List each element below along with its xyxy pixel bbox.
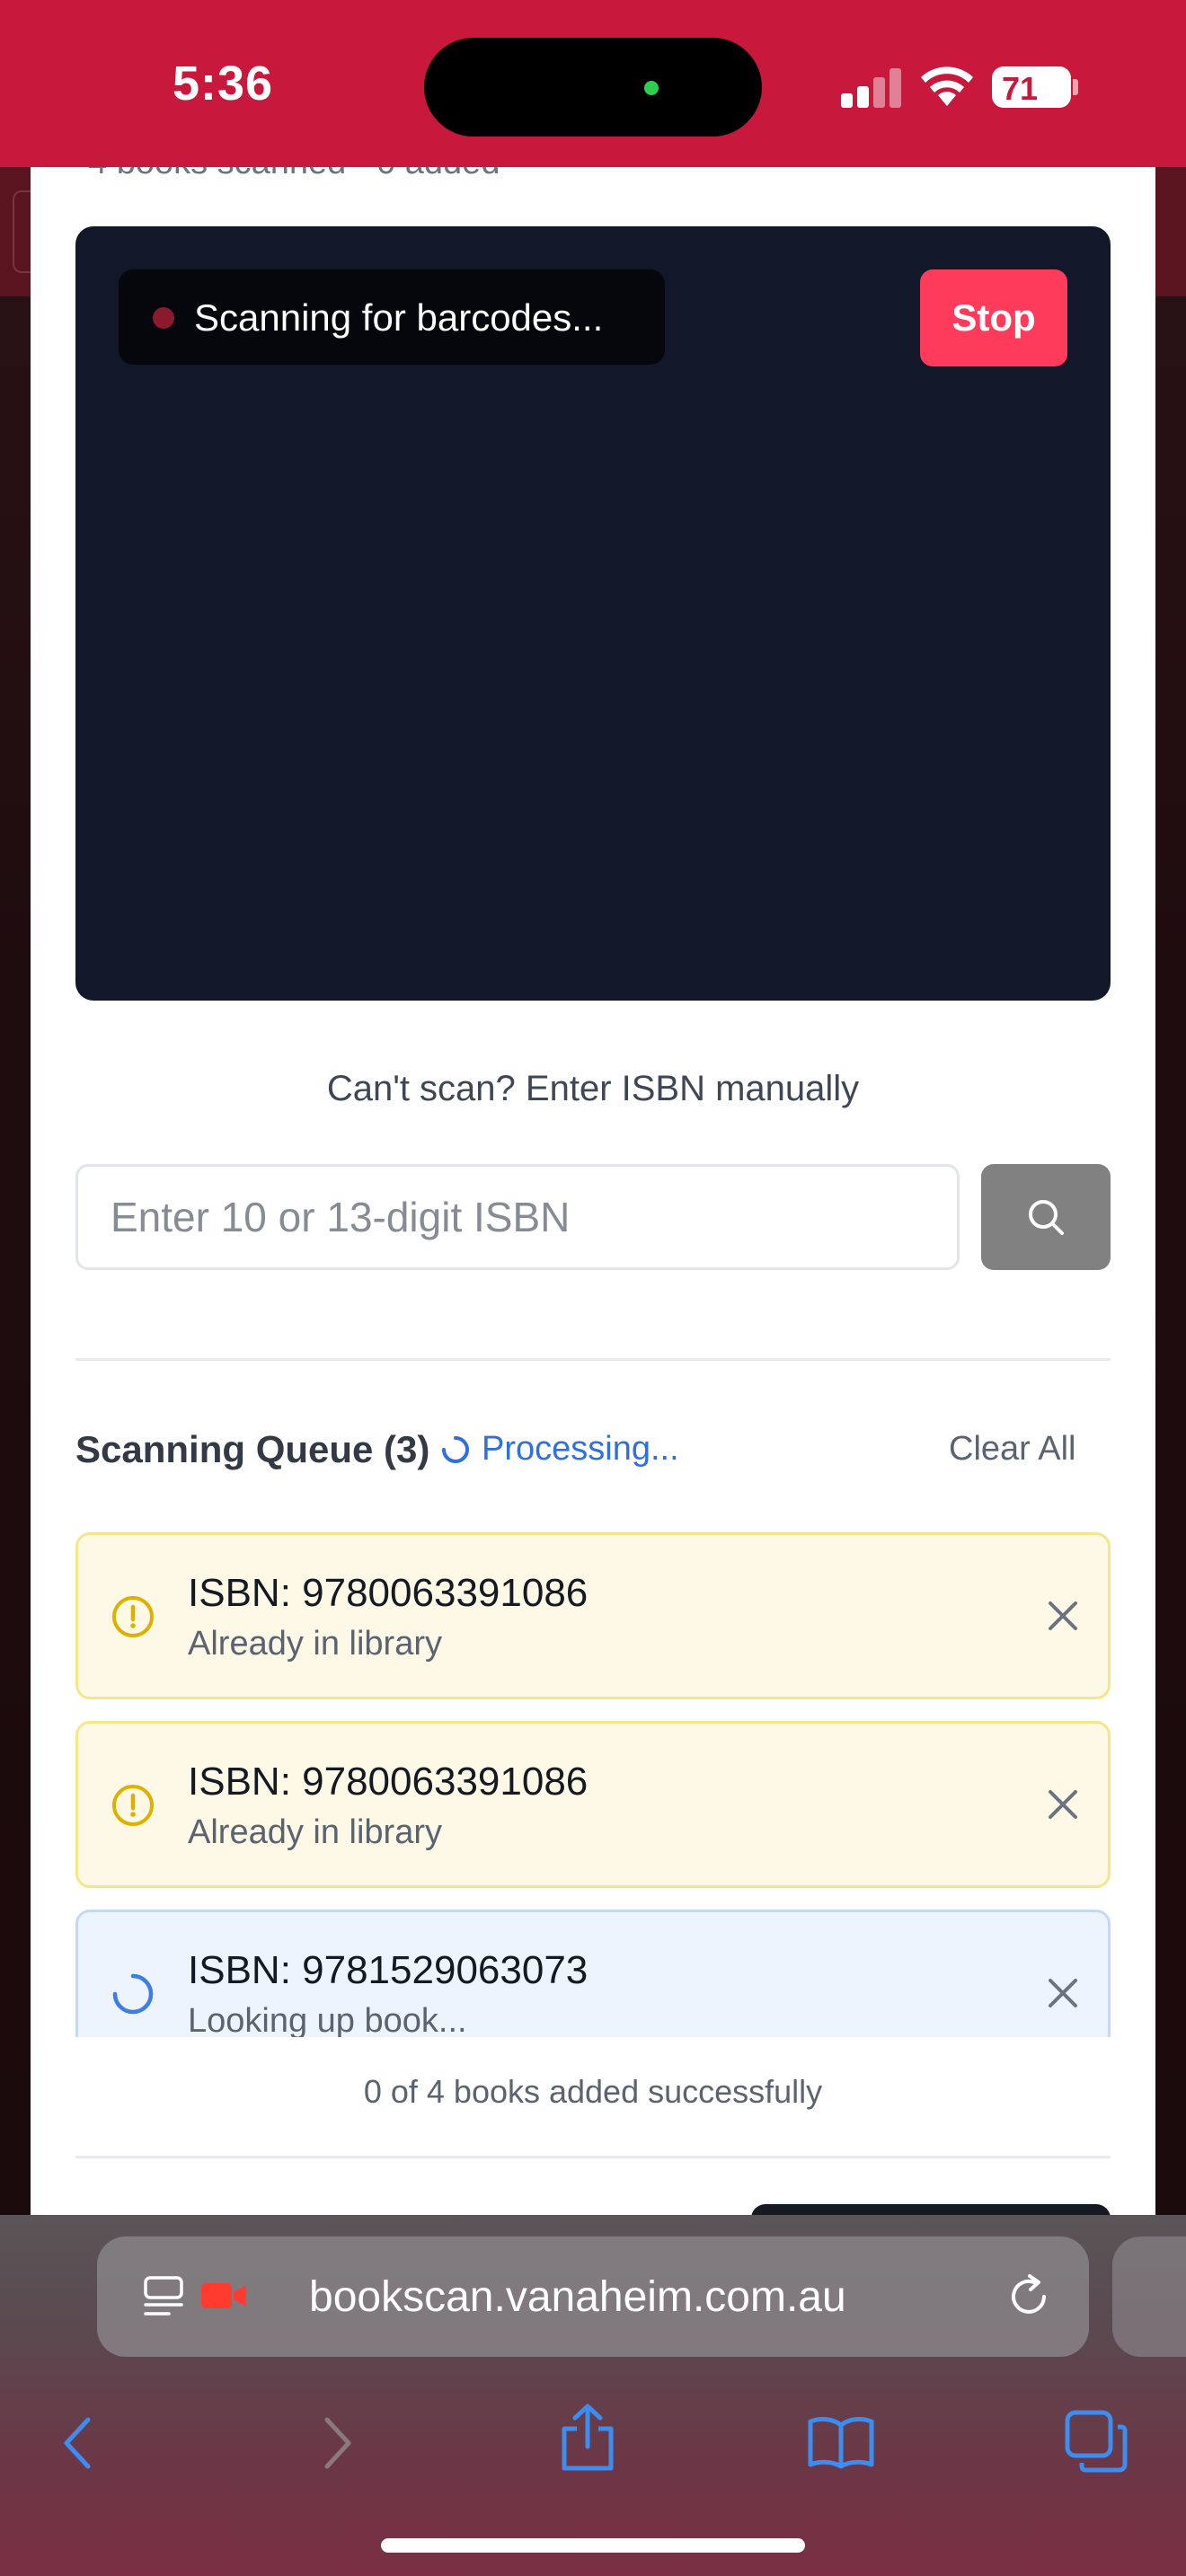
queue-item-status: Already in library	[188, 1813, 442, 1851]
spinner-icon	[112, 1973, 154, 2015]
scanning-queue-list: ISBN: 9780063391086 Already in library I…	[75, 1532, 1111, 2037]
section-divider	[75, 2156, 1111, 2158]
queue-item: ISBN: 9780063391086 Already in library	[75, 1721, 1111, 1888]
close-icon[interactable]	[1045, 1786, 1081, 1822]
address-bar[interactable]: bookscan.vanaheim.com.au	[97, 2236, 1089, 2357]
scanning-status-pill: Scanning for barcodes...	[119, 269, 665, 365]
screen-recording-icon	[201, 2283, 246, 2308]
isbn-search-button[interactable]	[981, 1164, 1111, 1270]
page-menu-icon[interactable]	[142, 2274, 187, 2319]
alert-circle-icon	[112, 1596, 154, 1637]
share-icon[interactable]	[557, 2402, 618, 2474]
recording-dot-icon	[153, 307, 174, 329]
status-bar: 5:36 71	[0, 0, 1186, 167]
scanning-status-text: Scanning for barcodes...	[194, 296, 604, 339]
cellular-signal-icon	[841, 68, 901, 108]
spinner-icon	[442, 1435, 469, 1463]
queue-title: Scanning Queue (3)	[75, 1428, 430, 1470]
section-divider	[75, 1358, 1111, 1361]
browser-toolbar: bookscan.vanaheim.com.au	[0, 2215, 1186, 2576]
processing-label: Processing...	[482, 1430, 679, 1468]
stop-button[interactable]: Stop	[920, 269, 1067, 366]
tabs-icon[interactable]	[1064, 2409, 1128, 2474]
queue-item-isbn: ISBN: 9781529063073	[188, 1948, 589, 1992]
status-time: 5:36	[173, 57, 274, 110]
battery-cap	[1073, 79, 1078, 95]
scanner-modal: 4 books scanned · 0 added Scanning for b…	[31, 167, 1155, 2215]
battery-level-text: 71	[1001, 70, 1039, 107]
dynamic-island	[424, 38, 762, 137]
reload-icon[interactable]	[1005, 2272, 1053, 2321]
search-icon	[1029, 1200, 1064, 1235]
queue-summary: 0 of 4 books added successfully	[363, 2073, 823, 2110]
book-icon[interactable]	[807, 2414, 875, 2470]
queue-item: ISBN: 9780063391086 Already in library	[75, 1532, 1111, 1699]
queue-item: ISBN: 9781529063073 Looking up book...	[75, 1910, 1111, 2037]
queue-item-isbn: ISBN: 9780063391086	[188, 1760, 589, 1804]
camera-viewfinder: Scanning for barcodes... Stop	[75, 226, 1111, 1001]
battery-icon: 71	[992, 66, 1071, 108]
scan-stats-text: 4 books scanned · 0 added	[88, 167, 500, 182]
isbn-input[interactable]	[75, 1164, 960, 1270]
adjacent-tab-pill[interactable]	[1112, 2236, 1186, 2357]
url-text: bookscan.vanaheim.com.au	[309, 2273, 846, 2321]
processing-indicator: Processing...	[440, 1430, 679, 1469]
manual-entry-label: Can't scan? Enter ISBN manually	[326, 1069, 860, 1108]
close-icon[interactable]	[1045, 1598, 1081, 1634]
action-button-peek	[751, 2204, 1111, 2215]
close-icon[interactable]	[1045, 1975, 1081, 2011]
queue-item-isbn: ISBN: 9780063391086	[188, 1571, 589, 1615]
queue-item-status: Already in library	[188, 1625, 442, 1663]
alert-circle-icon	[112, 1785, 154, 1826]
home-indicator	[381, 2538, 805, 2553]
chevron-right-icon[interactable]	[318, 2414, 358, 2472]
camera-indicator-dot	[644, 81, 659, 95]
clear-all-button[interactable]: Clear All	[949, 1430, 1076, 1469]
queue-item-status: Looking up book...	[188, 2002, 467, 2037]
chevron-left-icon[interactable]	[58, 2414, 97, 2472]
wifi-icon	[921, 66, 973, 106]
